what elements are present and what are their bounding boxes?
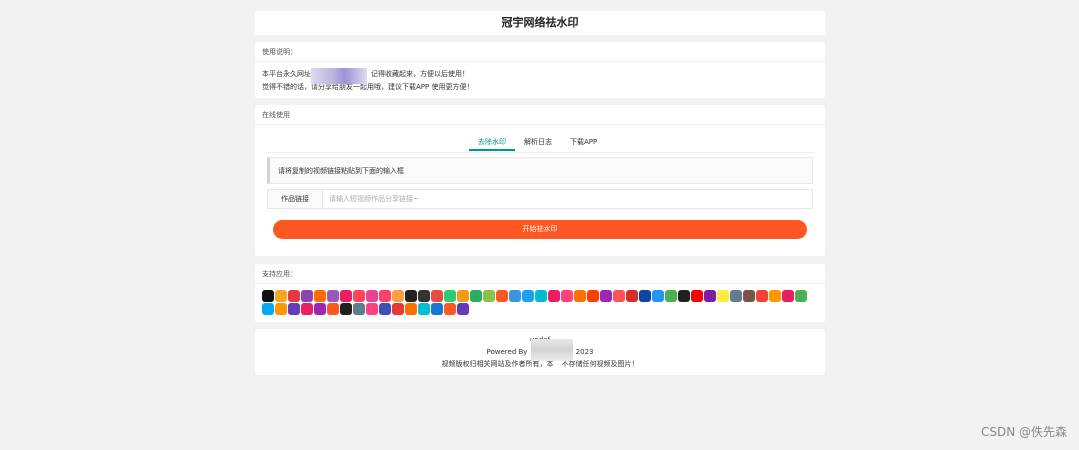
title-bar: 冠宇网络祛水印 [255, 11, 825, 35]
start-button[interactable]: 开始祛水印 [273, 220, 807, 239]
app-icon [782, 290, 794, 302]
blurred-author [531, 339, 573, 361]
app-icon [366, 290, 378, 302]
app-icon [535, 290, 547, 302]
app-icon [600, 290, 612, 302]
app-icon [509, 290, 521, 302]
online-header: 在线使用 [255, 105, 825, 125]
link-input-row: 作品链接 [267, 189, 813, 209]
usage-header: 使用说明： [255, 42, 825, 62]
app-icon-grid [262, 290, 818, 315]
apps-panel: 支持应用： [255, 264, 825, 322]
app-icon [626, 290, 638, 302]
apps-header: 支持应用： [255, 264, 825, 284]
page-title: 冠宇网络祛水印 [501, 16, 579, 29]
app-icon [288, 290, 300, 302]
app-icon [353, 303, 365, 315]
link-input[interactable] [323, 190, 812, 208]
usage-body: 本平台永久网址 记得收藏起来，方便以后使用！ 觉得不错的话，请分享给朋友一起用哦，… [255, 62, 825, 100]
tab-remove-watermark[interactable]: 去除水印 [469, 133, 515, 151]
app-icon [639, 290, 651, 302]
link-input-label: 作品链接 [268, 190, 323, 208]
app-icon [587, 290, 599, 302]
app-icon [470, 290, 482, 302]
app-icon [392, 290, 404, 302]
app-icon [652, 290, 664, 302]
app-icon [392, 303, 404, 315]
app-icon [795, 290, 807, 302]
app-icon [743, 290, 755, 302]
app-icon [574, 290, 586, 302]
app-icon [314, 303, 326, 315]
app-icon [379, 290, 391, 302]
app-icon [262, 290, 274, 302]
tip-box: 请将复制的视频链接粘贴到下面的输入框 [267, 157, 813, 184]
app-icon [379, 303, 391, 315]
app-icon [496, 290, 508, 302]
app-icon [678, 290, 690, 302]
app-icon [314, 290, 326, 302]
app-icon [613, 290, 625, 302]
app-icon [405, 290, 417, 302]
app-icon [405, 303, 417, 315]
app-icon [769, 290, 781, 302]
app-icon [262, 303, 274, 315]
app-icon [340, 290, 352, 302]
app-icon [730, 290, 742, 302]
app-icon [301, 290, 313, 302]
app-icon [327, 303, 339, 315]
app-icon [548, 290, 560, 302]
app-icon [704, 290, 716, 302]
app-icon [275, 303, 287, 315]
app-icon [756, 290, 768, 302]
app-icon [327, 290, 339, 302]
tab-parse-log[interactable]: 解析日志 [515, 133, 561, 151]
csdn-watermark: CSDN @佚先森 [980, 425, 1067, 439]
tab-divider [265, 152, 815, 153]
app-icon [431, 303, 443, 315]
app-icon [288, 303, 300, 315]
online-panel: 在线使用 去除水印 解析日志 下载APP 请将复制的视频链接粘贴到下面的输入框 … [255, 105, 825, 256]
app-icon [353, 290, 365, 302]
app-icon [717, 290, 729, 302]
app-icon [522, 290, 534, 302]
app-icon [431, 290, 443, 302]
app-icon [444, 303, 456, 315]
app-icon [483, 290, 495, 302]
usage-panel: 使用说明： 本平台永久网址 记得收藏起来，方便以后使用！ 觉得不错的话，请分享给朋… [255, 42, 825, 98]
app-icon [418, 290, 430, 302]
app-icon [340, 303, 352, 315]
app-icon [457, 303, 469, 315]
app-icon [457, 290, 469, 302]
app-icon [561, 290, 573, 302]
app-icon [275, 290, 287, 302]
tab-download-app[interactable]: 下载APP [561, 133, 606, 151]
blurred-url [311, 68, 367, 84]
app-icon [418, 303, 430, 315]
app-icon [366, 303, 378, 315]
app-icon [301, 303, 313, 315]
footer: undef Powered By 2023 视频版权归相关网站及作者所有，本不存… [255, 329, 825, 375]
app-icon [691, 290, 703, 302]
tab-bar: 去除水印 解析日志 下载APP [469, 133, 606, 151]
app-icon [665, 290, 677, 302]
app-icon [444, 290, 456, 302]
